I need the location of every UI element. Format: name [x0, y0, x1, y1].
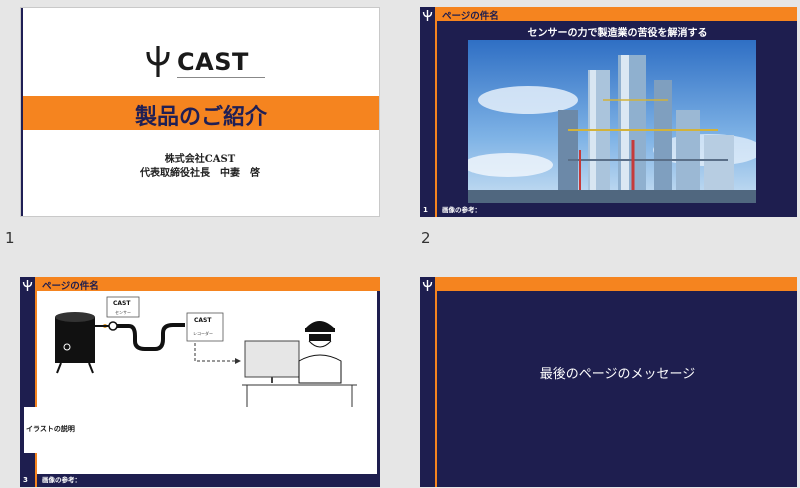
slide-subtitle: センサーの力で製造業の苦役を解消する [527, 28, 708, 39]
title-band: 製品のご紹介 [23, 96, 379, 130]
illustration-caption: イラストの説明 [26, 425, 75, 433]
slide-header-title: ページの件名 [442, 11, 499, 22]
logo-underline [177, 77, 265, 78]
closing-message: 最後のページのメッセージ [539, 367, 696, 382]
slide-thumbnail-2[interactable]: ページの件名 センサーの力で製造業の苦役を解消する 1 画像の参考： [420, 7, 797, 217]
cast-logo-icon [22, 280, 33, 291]
slide-header-title: ページの件名 [42, 281, 99, 292]
caption-box [24, 407, 377, 453]
device-logo: CAST [194, 317, 212, 324]
factory-photo [468, 40, 756, 203]
slide-number-label: 2 [421, 229, 431, 247]
slide-header-bar: ページの件名 [420, 7, 797, 22]
header-logo-box [420, 277, 435, 291]
device-logo: CAST [113, 300, 131, 307]
representative-name: 代表取締役社長 中妻 啓 [140, 168, 260, 179]
image-reference-label: 画像の参考： [42, 476, 81, 484]
slide-page-number: 3 [23, 476, 28, 484]
cast-logo-icon [146, 46, 170, 77]
slide-header-bar [420, 277, 797, 291]
cast-logo-icon [422, 280, 433, 291]
header-logo-box [420, 7, 435, 21]
slide-thumbnail-4[interactable]: 最後のページのメッセージ [420, 277, 797, 487]
image-reference-label: 画像の参考： [442, 206, 481, 214]
slide-accent-stripe [435, 291, 437, 487]
slide-accent-stripe [435, 21, 437, 217]
device-label: レコーダー [193, 330, 213, 336]
cast-logo-icon [422, 10, 433, 21]
slide-number-label: 1 [5, 229, 15, 247]
slide-title: 製品のご紹介 [134, 104, 267, 130]
slide-thumbnail-1[interactable]: CAST 製品のご紹介 株式会社CAST 代表取締役社長 中妻 啓 [20, 7, 380, 217]
slide-thumbnail-3[interactable]: ページの件名 CAST センサー CAST レコーダー イラストの説明 3 画像… [20, 277, 380, 487]
device-label: センサー [115, 310, 131, 315]
slide-header-bar: ページの件名 [20, 277, 380, 292]
company-name: 株式会社CAST [164, 154, 236, 165]
slide-page-number: 1 [423, 206, 428, 214]
header-logo-box [20, 277, 35, 291]
cast-logo: CAST [145, 44, 265, 82]
logo-text: CAST [177, 48, 249, 76]
